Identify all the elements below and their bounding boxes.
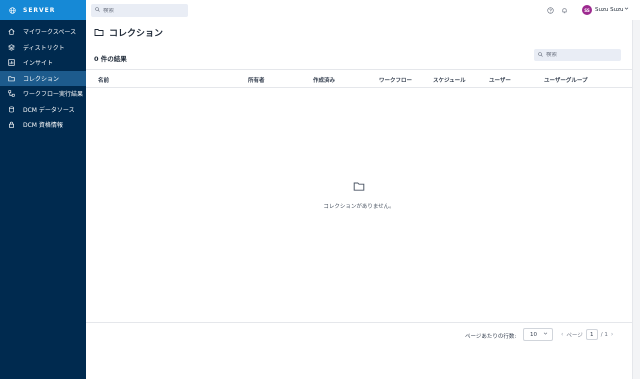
sidebar-item-label: DCM データソース	[23, 106, 75, 114]
collection-search-input[interactable]	[546, 52, 616, 58]
total-pages: / 1	[600, 331, 608, 338]
global-search-input[interactable]	[103, 7, 183, 14]
brand-header[interactable]: SERVER	[0, 0, 86, 20]
folder-icon	[94, 27, 104, 39]
sidebar: SERVER マイワークスペース ディストリクト インサイト コレクション ワー…	[0, 0, 86, 379]
page-label: ページ	[566, 332, 583, 339]
results-count: 0 件の結果	[94, 55, 127, 63]
column-header-owner[interactable]: 所有者	[248, 76, 265, 84]
column-header-created[interactable]: 作成済み	[313, 76, 335, 84]
empty-state-text: コレクションがありません。	[323, 204, 395, 210]
page-header: コレクション	[94, 26, 163, 39]
user-name: Suzu Suzu	[595, 6, 624, 13]
sidebar-item-label: DCM 資格情報	[23, 122, 63, 130]
global-search[interactable]	[91, 4, 188, 17]
folder-icon	[353, 180, 365, 194]
prev-page-icon[interactable]: ‹	[561, 331, 563, 338]
column-header-user-groups[interactable]: ユーザーグループ	[544, 76, 588, 84]
sidebar-item-label: マイワークスペース	[23, 29, 77, 37]
sidebar-item-collections[interactable]: コレクション	[0, 70, 86, 86]
globe-icon	[9, 6, 16, 14]
empty-state: コレクションがありません。	[86, 180, 632, 210]
next-page-icon[interactable]: ›	[611, 331, 613, 338]
sidebar-item-label: インサイト	[23, 60, 54, 68]
search-icon	[95, 7, 100, 14]
sidebar-item-label: コレクション	[23, 75, 60, 83]
folder-icon	[8, 75, 15, 82]
sidebar-nav: マイワークスペース ディストリクト インサイト コレクション ワークフロー実行結…	[0, 24, 86, 133]
bell-icon[interactable]	[560, 6, 568, 14]
scrollbar[interactable]	[632, 20, 640, 379]
search-icon	[538, 51, 543, 59]
sidebar-item-my-workspace[interactable]: マイワークスペース	[0, 24, 86, 40]
workflow-results-icon	[8, 90, 15, 97]
user-menu[interactable]: Suzu Suzu	[595, 6, 629, 13]
pagination-footer: ページあたりの行数: 10 ‹ ページ 1 / 1 ›	[86, 322, 632, 348]
district-icon	[8, 44, 15, 51]
table-header: 名前 所有者 作成済み ワークフロー スケジュール ユーザー ユーザーグループ	[86, 69, 632, 88]
column-header-schedules[interactable]: スケジュール	[433, 76, 466, 84]
avatar[interactable]: SS	[582, 5, 592, 15]
help-icon[interactable]	[546, 6, 554, 14]
rows-per-page-value: 10	[530, 331, 537, 338]
rows-per-page-label: ページあたりの行数:	[465, 334, 517, 340]
sidebar-item-label: ワークフロー実行結果	[23, 91, 84, 99]
sidebar-item-dcm-datasource[interactable]: DCM データソース	[0, 102, 86, 118]
brand-name: SERVER	[23, 6, 56, 14]
chevron-down-icon	[543, 331, 548, 338]
lock-icon	[8, 121, 15, 128]
chevron-down-icon	[624, 6, 629, 13]
column-header-workflows[interactable]: ワークフロー	[379, 76, 412, 84]
column-header-name[interactable]: 名前	[98, 76, 109, 84]
sidebar-item-workflow-results[interactable]: ワークフロー実行結果	[0, 86, 86, 102]
sidebar-item-label: ディストリクト	[23, 44, 65, 52]
insight-icon	[8, 59, 15, 66]
column-header-users[interactable]: ユーザー	[489, 76, 511, 84]
sidebar-item-district[interactable]: ディストリクト	[0, 40, 86, 56]
collection-search[interactable]	[534, 49, 621, 61]
sidebar-item-dcm-credentials[interactable]: DCM 資格情報	[0, 117, 86, 133]
current-page-input[interactable]: 1	[585, 329, 598, 340]
pager: ‹ ページ 1 / 1 ›	[561, 328, 613, 341]
top-bar: SS Suzu Suzu	[86, 0, 640, 20]
sidebar-item-insight[interactable]: インサイト	[0, 55, 86, 71]
main-content: コレクション 0 件の結果 名前 所有者 作成済み ワークフロー スケジュール …	[86, 20, 640, 379]
rows-per-page-select[interactable]: 10	[523, 328, 553, 341]
home-icon	[8, 28, 15, 35]
page-title: コレクション	[109, 29, 164, 39]
datasource-icon	[8, 106, 15, 113]
